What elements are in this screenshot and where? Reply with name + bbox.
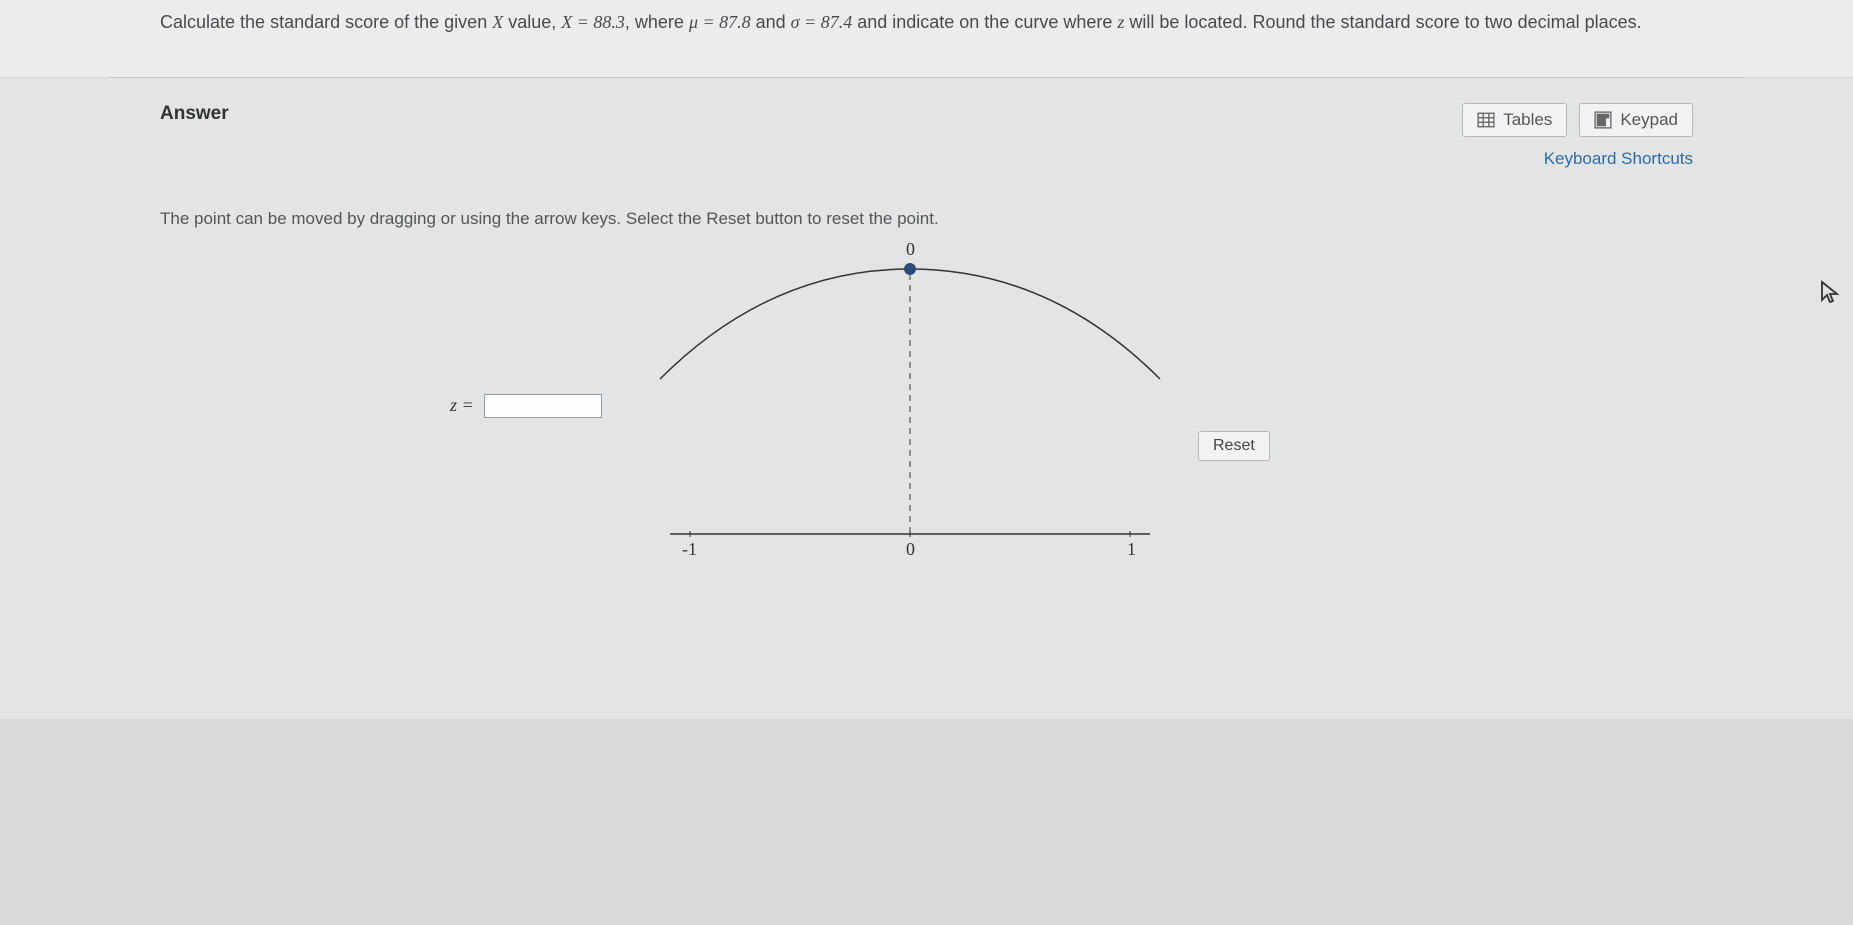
keypad-icon (1594, 111, 1612, 129)
answer-title: Answer (160, 103, 229, 125)
z-label: z = (450, 395, 474, 416)
answer-section: Answer Tables (0, 78, 1853, 719)
tick-minus1: -1 (682, 539, 697, 559)
curve-workspace: 0 -1 0 1 z = Reset (160, 239, 1693, 719)
draggable-point[interactable] (904, 263, 916, 275)
cursor-icon (1819, 280, 1841, 306)
instruction-text: The point can be moved by dragging or us… (160, 209, 1693, 229)
normal-curve[interactable]: -1 0 1 (630, 239, 1190, 589)
tick-plus1: 1 (1127, 539, 1136, 559)
reset-button[interactable]: Reset (1198, 431, 1270, 461)
z-input[interactable] (484, 394, 602, 418)
keyboard-shortcuts-link[interactable]: Keyboard Shortcuts (1544, 149, 1693, 169)
question-text: Calculate the standard score of the give… (0, 0, 1853, 77)
tick-zero: 0 (906, 539, 915, 559)
table-icon (1477, 111, 1495, 129)
keypad-button[interactable]: Keypad (1579, 103, 1693, 137)
tables-button[interactable]: Tables (1462, 103, 1567, 137)
